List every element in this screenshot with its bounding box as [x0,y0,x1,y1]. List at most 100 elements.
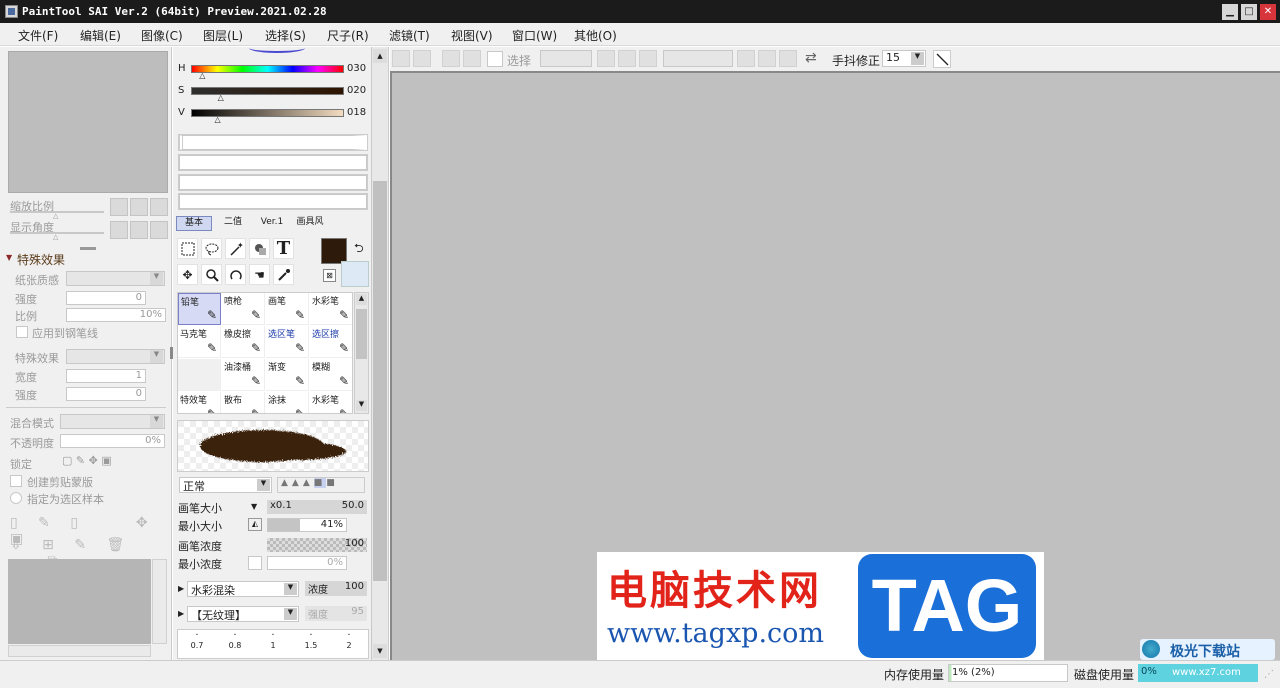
blend-select[interactable]: ▼ [60,414,165,429]
brush-size-preset[interactable]: · 0.7 [182,630,212,650]
zoom-fit-icon[interactable] [639,50,657,67]
rotate-icon[interactable] [225,264,246,285]
brush-13[interactable]: 散布 ✎ [222,392,265,413]
maximize-icon[interactable]: □ [1241,4,1257,20]
brush-7[interactable]: 选区擦 ✎ [310,326,352,358]
tab-binary[interactable]: 二值 [215,216,251,231]
stabilizer-select[interactable]: 15 ▼ [882,50,926,67]
h-slider[interactable] [191,65,344,73]
brush-12[interactable]: 特效笔 ✎ [178,392,221,413]
menu-view[interactable]: 视图(V) [451,27,493,44]
brush-6[interactable]: 选区笔 ✎ [266,326,309,358]
color-slot-3[interactable] [178,174,368,191]
color-slot-2[interactable] [178,154,368,171]
navigator-preview[interactable] [8,51,168,193]
invert-select-icon[interactable] [463,50,481,67]
size-dropdown-icon[interactable]: ▼ [251,502,257,511]
hand-icon[interactable]: ☚ [249,264,270,285]
menu-file[interactable]: 文件(F) [18,27,58,44]
redo-icon[interactable] [413,50,431,67]
brush-size-preset[interactable]: · 2 [334,630,364,650]
menu-layer[interactable]: 图层(L) [203,27,243,44]
min-density-slider[interactable]: 0% [267,556,347,570]
tool-panel-scrollbar[interactable]: ▲ ▼ [372,47,389,660]
close-icon[interactable]: ✕ [1260,4,1276,20]
ratio-field[interactable]: 10% [66,308,166,322]
brush-0[interactable]: 铅笔 ✎ [178,293,221,325]
menu-select[interactable]: 选择(S) [265,27,306,44]
zoom-in-toolbar-icon[interactable] [618,50,636,67]
rotate-cw-icon[interactable] [758,50,776,67]
s-slider[interactable] [191,87,344,95]
v-slider-thumb[interactable]: △ [215,115,221,124]
size-slider[interactable]: x0.1 50.0 [267,500,367,514]
effect-select[interactable]: ▼ [66,349,165,364]
rotate-ccw-icon[interactable] [737,50,755,67]
strength2-field[interactable]: 0 [66,387,146,401]
tab-tool-style[interactable]: 画具风 [292,216,328,231]
brush-mode-select[interactable]: 正常 ▼ [179,477,272,493]
zoom-reset-button[interactable] [150,198,168,216]
zoom-icon[interactable] [201,264,222,285]
flip-icon[interactable]: ⇄ [805,50,817,66]
resize-grip-icon[interactable]: ⋰ [1264,669,1274,680]
color-slot-1[interactable] [178,134,368,151]
rotate-left-button[interactable] [110,221,128,239]
scroll-up-icon[interactable]: ▲ [356,294,367,305]
blend-brush-select[interactable]: 水彩混染 ▼ [187,581,299,597]
zoom-out-button[interactable] [110,198,128,216]
angle-slider-thumb[interactable]: △ [53,233,58,241]
effects-header[interactable]: 特殊效果 [17,251,65,268]
expand-arrow-icon[interactable]: ▶ [178,584,184,593]
brush-15[interactable]: 水彩笔 ✎ [310,392,352,413]
rotate-reset-button[interactable] [150,221,168,239]
swap-arrows-icon[interactable]: ⮌ [354,239,364,260]
strength-field[interactable]: 0 [66,291,146,305]
density-slider[interactable]: 100 [267,538,367,552]
min-density-checkbox[interactable] [248,556,262,570]
move-icon[interactable]: ✥ [177,264,198,285]
lasso-icon[interactable] [201,238,222,259]
brush-9[interactable]: 油漆桶 ✎ [222,359,265,391]
brush-4[interactable]: 马克笔 ✎ [178,326,221,358]
tab-basic[interactable]: 基本 [176,216,212,231]
opacity-field[interactable]: 0% [60,434,165,448]
layer-scrollbar[interactable] [152,559,167,644]
scroll-down-icon[interactable]: ▼ [356,400,367,411]
brush-size-presets[interactable]: · 0.7 · 0.8 · 1 · 1.5 · 2 [177,629,369,659]
min-size-slider[interactable]: 41% [267,518,347,532]
zoom-out-toolbar-icon[interactable] [597,50,615,67]
menu-filter[interactable]: 滤镜(T) [389,27,430,44]
magic-wand-icon[interactable]: ✦ [225,238,246,259]
menu-edit[interactable]: 编辑(E) [80,27,121,44]
brush-size-preset[interactable]: · 0.8 [220,630,250,650]
lock-icons[interactable]: ▢ ✎ ✥ ▣ [62,454,112,467]
zoom-in-button[interactable] [130,198,148,216]
collapse-arrow-icon[interactable]: ▼ [6,253,12,262]
fill-select-icon[interactable] [249,238,270,259]
expand-arrow-icon[interactable]: ▶ [178,609,184,618]
menu-image[interactable]: 图像(C) [141,27,183,44]
eyedropper-icon[interactable] [273,264,294,285]
paper-select[interactable]: ▼ [66,271,165,286]
rotate-reset-icon[interactable] [779,50,797,67]
tab-ver1[interactable]: Ver.1 [255,216,289,231]
brush-2[interactable]: 画笔 ✎ [266,293,309,325]
line-tool-icon[interactable] [933,50,951,68]
color-slot-4[interactable] [178,193,368,210]
scroll-up-icon[interactable]: ▲ [373,49,387,63]
brush-14[interactable]: 涂抹 ✎ [266,392,309,413]
clip-checkbox[interactable] [10,475,22,487]
rect-select-icon[interactable] [177,238,198,259]
brush-3[interactable]: 水彩笔 ✎ [310,293,352,325]
brush-5[interactable]: 橡皮擦 ✎ [222,326,265,358]
text-icon[interactable]: T [273,238,294,259]
ref-radio[interactable] [10,492,22,504]
h-slider-thumb[interactable]: △ [199,71,205,80]
menu-other[interactable]: 其他(O) [574,27,617,44]
pressure-icon[interactable]: ◭ [248,518,262,531]
menu-window[interactable]: 窗口(W) [512,27,557,44]
brush-shape-buttons[interactable]: ▲▲▲■■ [277,477,365,493]
zoom-dropdown[interactable] [663,50,733,67]
select-mode-dropdown[interactable] [540,50,592,67]
